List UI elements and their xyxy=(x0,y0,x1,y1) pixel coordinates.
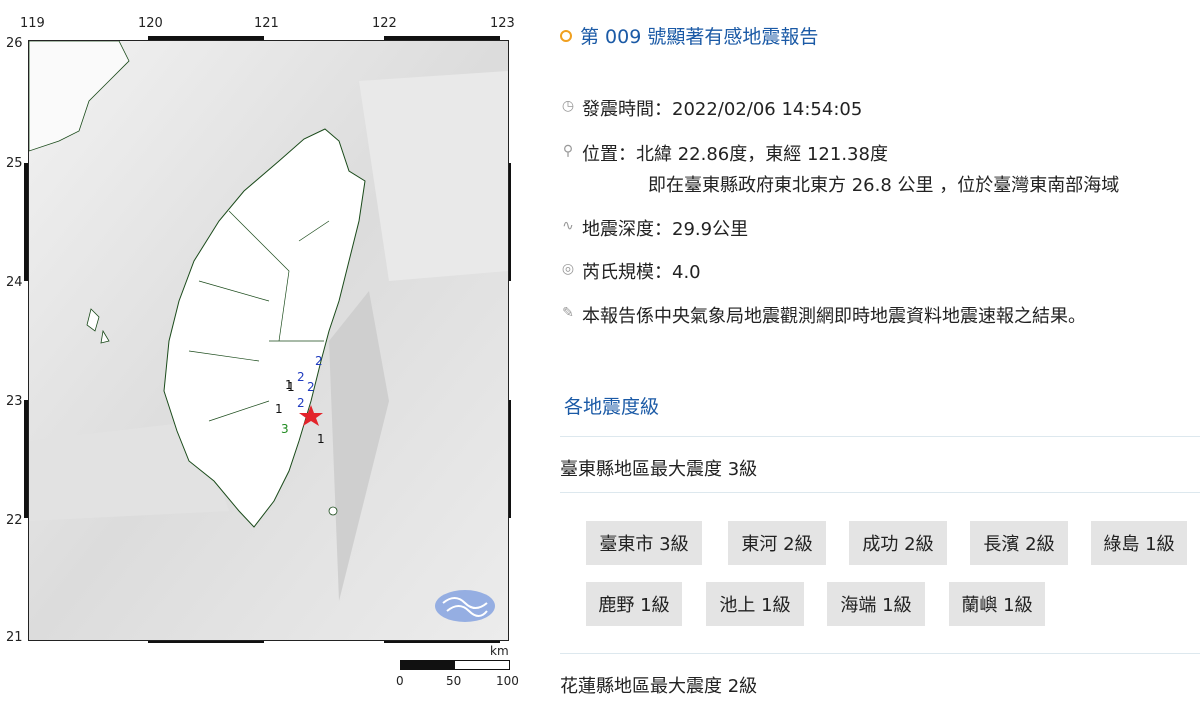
terrain-svg: 2 2 1 2 1 2 1 3 1 xyxy=(29,41,508,640)
megaphone-icon: ✎ xyxy=(562,305,574,321)
divider xyxy=(560,492,1200,493)
station-chip[interactable]: 海端 1級 xyxy=(827,582,925,626)
scale-label: 100 xyxy=(496,674,519,688)
station-label: 1 xyxy=(287,380,295,394)
lat-label: 26 xyxy=(6,36,23,51)
clock-icon: ◷ xyxy=(561,98,575,114)
info-note: ✎ 本報告係中央氣象局地震觀測網即時地震資料地震速報之結果。 xyxy=(560,302,1086,328)
report-title-row: 第 009 號顯著有感地震報告 xyxy=(560,22,818,49)
map-canvas: 2 2 1 2 1 2 1 3 1 xyxy=(28,40,509,641)
signal-icon: ◎ xyxy=(561,261,575,277)
lon-label: 119 xyxy=(20,16,45,31)
station-chip[interactable]: 綠島 1級 xyxy=(1091,521,1187,565)
report-panel: 第 009 號顯著有感地震報告 ◷ 發震時間：2022/02/06 14:54:… xyxy=(560,0,1200,704)
scale-label: 0 xyxy=(396,674,404,688)
info-note-text: 本報告係中央氣象局地震觀測網即時地震資料地震速報之結果。 xyxy=(582,306,1086,327)
divider xyxy=(560,436,1200,437)
lat-label: 21 xyxy=(6,630,23,645)
station-chip[interactable]: 長濱 2級 xyxy=(970,521,1068,565)
station-label: 1 xyxy=(275,402,283,416)
lon-label: 122 xyxy=(372,16,397,31)
scale-label: 50 xyxy=(446,674,462,688)
station-label: 2 xyxy=(297,370,305,384)
station-chip[interactable]: 東河 2級 xyxy=(728,521,826,565)
lat-label: 22 xyxy=(6,513,23,528)
info-magnitude: ◎ 芮氏規模：4.0 xyxy=(560,258,701,284)
bullet-icon xyxy=(560,29,572,42)
station-chip[interactable]: 鹿野 1級 xyxy=(586,582,682,626)
report-title: 第 009 號顯著有感地震報告 xyxy=(580,26,819,48)
lon-label: 123 xyxy=(490,16,515,31)
waveform-icon: ∿ xyxy=(562,218,574,234)
station-label: 1 xyxy=(317,432,325,446)
info-location-text: 位置：北緯 22.86度，東經 121.38度 xyxy=(582,144,888,165)
info-location-detail: 即在臺東縣政府東北東方 26.8 公里 ，位於臺灣東南部海域 xyxy=(648,175,1120,196)
station-chip[interactable]: 池上 1級 xyxy=(706,582,804,626)
intensity-section-title: 各地震度級 xyxy=(564,396,660,418)
info-depth: ∿ 地震深度：29.9公里 xyxy=(560,215,748,241)
station-label: 2 xyxy=(315,354,323,368)
lat-label: 24 xyxy=(6,275,23,290)
station-chip[interactable]: 臺東市 3級 xyxy=(586,521,702,565)
green-island xyxy=(328,506,338,516)
lat-label: 23 xyxy=(6,394,23,409)
location-pin-icon: ⚲ xyxy=(562,143,574,159)
info-location: ⚲ 位置：北緯 22.86度，東經 121.38度 xyxy=(560,140,888,166)
station-label: 2 xyxy=(297,396,305,410)
lon-label: 120 xyxy=(138,16,163,31)
info-magnitude-text: 芮氏規模：4.0 xyxy=(582,262,701,283)
lat-label: 25 xyxy=(6,156,23,171)
info-depth-text: 地震深度：29.9公里 xyxy=(582,219,749,240)
seismic-map: 119 120 121 122 123 26 25 24 23 22 21 2 … xyxy=(0,0,540,704)
divider xyxy=(560,653,1200,654)
county-max-intensity: 花蓮縣地區最大震度 2級 xyxy=(560,676,758,697)
station-chip[interactable]: 成功 2級 xyxy=(849,521,947,565)
scale-bar-graphic xyxy=(400,660,510,670)
cwb-logo xyxy=(435,590,495,622)
lon-label: 121 xyxy=(254,16,279,31)
info-time: ◷ 發震時間：2022/02/06 14:54:05 xyxy=(560,95,862,121)
station-label: 3 xyxy=(281,422,289,436)
county-max-intensity: 臺東縣地區最大震度 3級 xyxy=(560,459,758,480)
station-label: 2 xyxy=(307,380,315,394)
station-chip[interactable]: 蘭嶼 1級 xyxy=(949,582,1045,626)
info-time-text: 發震時間：2022/02/06 14:54:05 xyxy=(582,99,863,120)
scale-unit: km xyxy=(490,644,509,658)
